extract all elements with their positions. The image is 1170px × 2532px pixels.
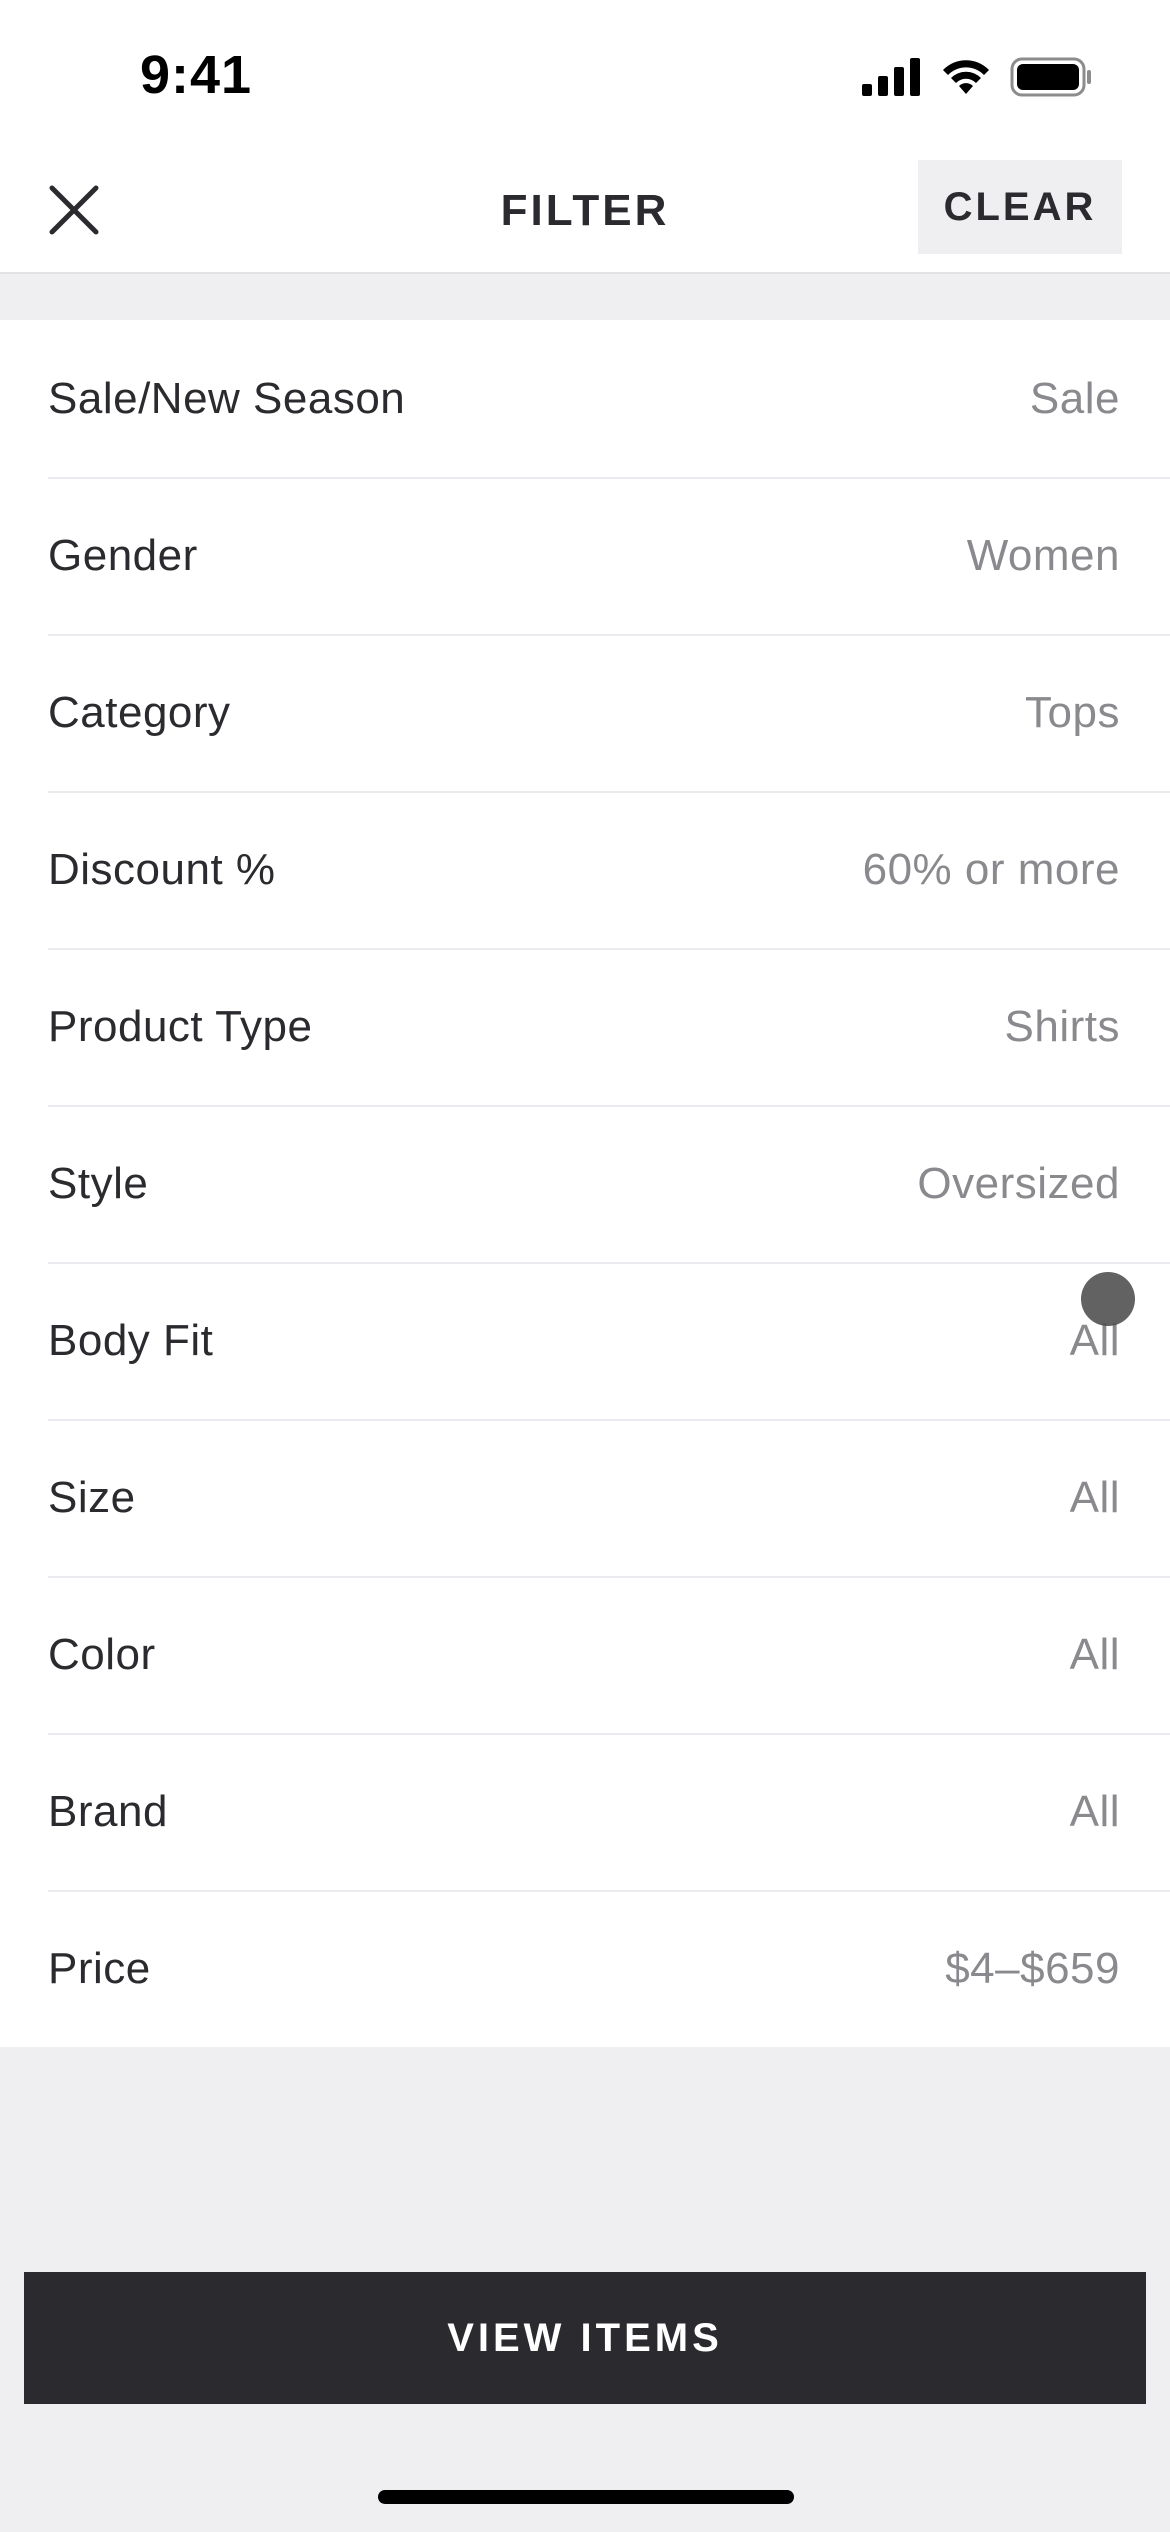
filter-value: $4–$659 — [945, 1943, 1120, 1993]
battery-icon — [1010, 57, 1091, 97]
filter-label: Gender — [48, 530, 198, 580]
filter-value: All — [1069, 1786, 1120, 1836]
filter-list: Sale/New Season Sale Gender Women Catego… — [0, 320, 1170, 2047]
view-items-button[interactable]: VIEW ITEMS — [24, 2272, 1146, 2404]
filter-label: Brand — [48, 1786, 168, 1836]
clear-button[interactable]: CLEAR — [918, 160, 1122, 254]
filter-label: Product Type — [48, 1001, 313, 1051]
filter-screen: 9:41 FILTER CLEAR Sale/New Season Sale G… — [0, 0, 1170, 2532]
status-time: 9:41 — [140, 45, 253, 105]
filter-row-discount[interactable]: Discount % 60% or more — [0, 791, 1170, 948]
cellular-signal-icon — [862, 58, 920, 96]
filter-value: Oversized — [917, 1158, 1120, 1208]
filter-row-price[interactable]: Price $4–$659 — [0, 1890, 1170, 2047]
home-indicator — [378, 2490, 794, 2504]
filter-row-brand[interactable]: Brand All — [0, 1733, 1170, 1890]
status-icons — [862, 56, 1092, 98]
filter-label: Size — [48, 1472, 136, 1522]
touch-indicator — [1081, 1272, 1135, 1326]
wifi-icon — [943, 60, 989, 94]
filter-row-gender[interactable]: Gender Women — [0, 477, 1170, 634]
filter-value: Tops — [1025, 687, 1120, 737]
filter-value: All — [1069, 1629, 1120, 1679]
filter-value: All — [1069, 1472, 1120, 1522]
filter-label: Discount % — [48, 844, 276, 894]
filter-value: Shirts — [1004, 1001, 1120, 1051]
filter-label: Body Fit — [48, 1315, 214, 1365]
filter-value: 60% or more — [862, 844, 1120, 894]
filter-row-body-fit[interactable]: Body Fit All — [0, 1262, 1170, 1419]
filter-label: Color — [48, 1629, 156, 1679]
filter-row-size[interactable]: Size All — [0, 1419, 1170, 1576]
filter-row-category[interactable]: Category Tops — [0, 634, 1170, 791]
filter-row-color[interactable]: Color All — [0, 1576, 1170, 1733]
filter-header: FILTER CLEAR — [0, 150, 1170, 274]
filter-row-style[interactable]: Style Oversized — [0, 1105, 1170, 1262]
filter-value: Women — [966, 530, 1120, 580]
filter-label: Sale/New Season — [48, 373, 406, 423]
filter-row-sale-new-season[interactable]: Sale/New Season Sale — [0, 320, 1170, 477]
filter-label: Category — [48, 687, 231, 737]
filter-label: Price — [48, 1943, 151, 1993]
filter-row-product-type[interactable]: Product Type Shirts — [0, 948, 1170, 1105]
filter-label: Style — [48, 1158, 149, 1208]
status-bar: 9:41 — [0, 0, 1170, 150]
filter-value: Sale — [1029, 373, 1120, 423]
